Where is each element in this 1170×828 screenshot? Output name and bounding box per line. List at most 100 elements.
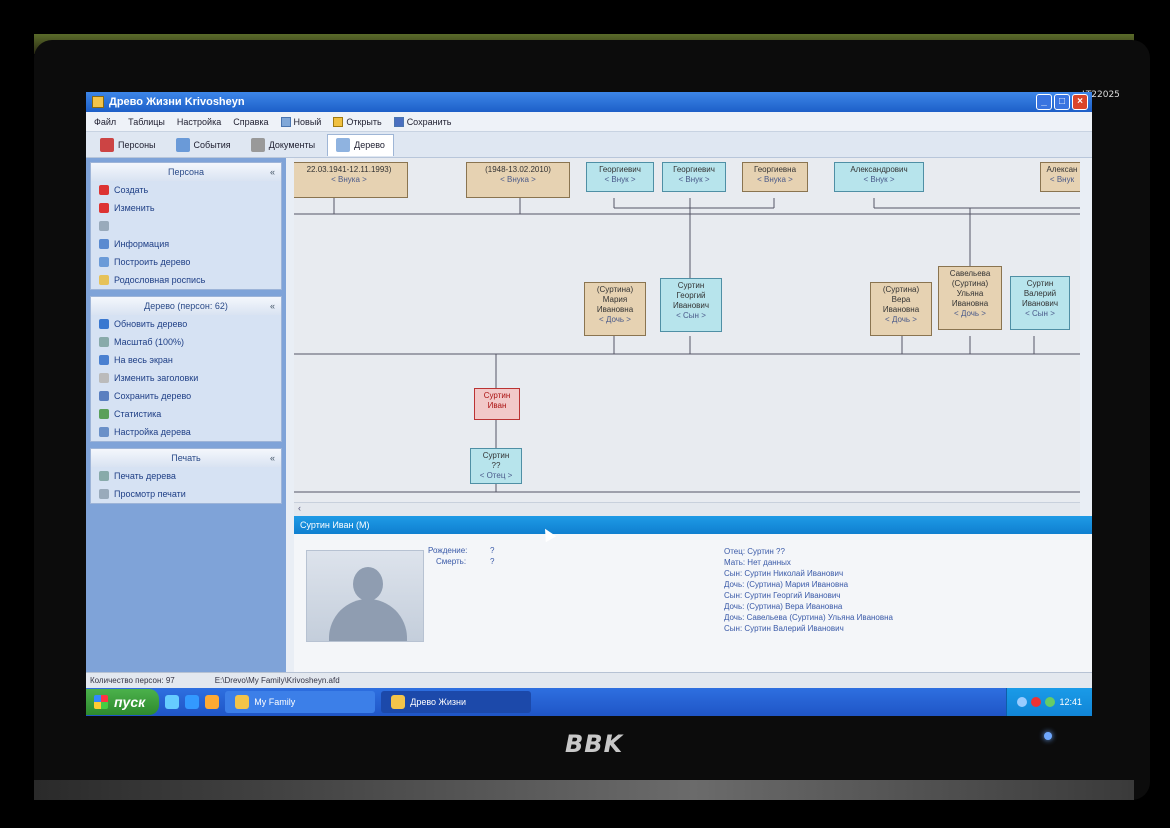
tab-persons[interactable]: Персоны bbox=[92, 134, 164, 156]
menu-settings[interactable]: Настройка bbox=[177, 117, 221, 127]
print-preview-link[interactable]: Просмотр печати bbox=[91, 485, 281, 503]
maximize-button[interactable]: □ bbox=[1054, 94, 1070, 110]
tray-volume-icon[interactable] bbox=[1045, 697, 1056, 707]
details-panel: Рождение: ? Смерть: ? Отец: Суртин ?? Ма… bbox=[294, 534, 1092, 672]
node-name: 22.03.1941-12.11.1993) bbox=[306, 165, 392, 174]
tree-node-selected[interactable]: Суртин Иван bbox=[474, 388, 520, 420]
tree-node[interactable]: Савельева (Суртина) Ульяна Ивановна < Дочь > bbox=[938, 266, 1002, 330]
print-panel-header[interactable]: Печать « bbox=[91, 449, 281, 467]
silhouette-body bbox=[329, 599, 407, 641]
open-button[interactable]: Открыть bbox=[333, 116, 382, 127]
tree-node[interactable]: (1948-13.02.2010) < Внука > bbox=[466, 162, 570, 198]
node-line: Вера bbox=[891, 295, 911, 304]
node-line: Савельева bbox=[949, 269, 991, 278]
save-disk-icon bbox=[393, 116, 404, 127]
task-drevo[interactable]: Древо Жизни bbox=[381, 691, 532, 713]
info-link[interactable]: Информация bbox=[91, 235, 281, 253]
tree-panel-header[interactable]: Дерево (персон: 62) « bbox=[91, 297, 281, 315]
tray-network-icon[interactable] bbox=[1017, 697, 1028, 707]
persona-panel-title: Персона bbox=[167, 167, 205, 177]
edit-headers-link[interactable]: Изменить заголовки bbox=[91, 369, 281, 387]
node-line: Суртин bbox=[677, 281, 705, 290]
task-my-family[interactable]: My Family bbox=[225, 691, 376, 713]
relative-link[interactable]: Дочь: Савельева (Суртина) Ульяна Ивановн… bbox=[724, 612, 893, 623]
media-icon[interactable] bbox=[205, 695, 220, 709]
statistics-link[interactable]: Статистика bbox=[91, 405, 281, 423]
node-relation: < Внука > bbox=[331, 175, 367, 184]
menu-bar: Файл Таблицы Настройка Справка Новый Отк… bbox=[86, 112, 1092, 132]
fullscreen-icon bbox=[99, 355, 109, 365]
tab-documents[interactable]: Документы bbox=[243, 134, 323, 156]
relative-link[interactable]: Дочь: (Суртина) Вера Ивановна bbox=[724, 601, 893, 612]
persona-panel-header[interactable]: Персона « bbox=[91, 163, 281, 181]
relative-link[interactable]: Сын: Суртин Валерий Иванович bbox=[724, 623, 893, 634]
tree-node[interactable]: Георгиевна < Внука > bbox=[742, 162, 808, 192]
details-header: Суртин Иван (М) bbox=[294, 516, 1092, 534]
tree-panel: Дерево (персон: 62) « Обновить дерево Мас… bbox=[90, 296, 282, 442]
node-relation: < Отец > bbox=[479, 471, 513, 480]
tree-settings-link[interactable]: Настройка дерева bbox=[91, 423, 281, 441]
death-label: Смерть: bbox=[436, 557, 467, 566]
born-value: ? bbox=[490, 546, 495, 555]
browser-icon[interactable] bbox=[185, 695, 200, 709]
new-button-label: Новый bbox=[293, 116, 322, 127]
menu-file[interactable]: Файл bbox=[94, 117, 116, 127]
build-tree-link[interactable]: Построить дерево bbox=[91, 253, 281, 271]
node-relation: < Сын > bbox=[676, 311, 706, 320]
person-photo-placeholder bbox=[306, 550, 424, 642]
tab-events[interactable]: События bbox=[168, 134, 239, 156]
death-value: ? bbox=[490, 557, 495, 566]
node-name: (1948-13.02.2010) bbox=[485, 165, 551, 174]
task-drevo-label: Древо Жизни bbox=[410, 697, 466, 707]
save-tree-link[interactable]: Сохранить дерево bbox=[91, 387, 281, 405]
create-person-link[interactable]: Создать bbox=[91, 181, 281, 199]
tree-node[interactable]: Суртин Георгий Иванович < Сын > bbox=[660, 278, 722, 332]
relative-link[interactable]: Отец: Суртин ?? bbox=[724, 546, 893, 557]
fullscreen-label: На весь экран bbox=[114, 355, 173, 365]
node-line: Мария bbox=[602, 295, 628, 304]
collapse-chevron-icon[interactable]: « bbox=[270, 449, 275, 467]
tab-tree[interactable]: Дерево bbox=[327, 133, 394, 156]
events-icon bbox=[175, 137, 190, 152]
save-button[interactable]: Сохранить bbox=[393, 116, 451, 127]
node-relation: < Внук > bbox=[678, 175, 710, 184]
genealogy-list-link[interactable]: Родословная роспись bbox=[91, 271, 281, 289]
refresh-tree-link[interactable]: Обновить дерево bbox=[91, 315, 281, 333]
print-tree-link[interactable]: Печать дерева bbox=[91, 467, 281, 485]
show-desktop-icon[interactable] bbox=[165, 695, 180, 709]
menu-tables[interactable]: Таблицы bbox=[128, 117, 165, 127]
tree-node[interactable]: Суртин Валерий Иванович < Сын > bbox=[1010, 276, 1070, 330]
fullscreen-link[interactable]: На весь экран bbox=[91, 351, 281, 369]
node-line: Ивановна bbox=[596, 305, 634, 314]
relative-link[interactable]: Дочь: (Суртина) Мария Ивановна bbox=[724, 579, 893, 590]
close-button[interactable]: × bbox=[1072, 94, 1088, 110]
tree-node[interactable]: (Суртина) Мария Ивановна < Дочь > bbox=[584, 282, 646, 336]
info-label: Информация bbox=[114, 239, 170, 249]
new-button[interactable]: Новый bbox=[280, 116, 322, 127]
minimize-button[interactable]: _ bbox=[1036, 94, 1052, 110]
collapse-chevron-icon[interactable]: « bbox=[270, 297, 275, 315]
relative-link[interactable]: Сын: Суртин Георгий Иванович bbox=[724, 590, 893, 601]
menu-help[interactable]: Справка bbox=[233, 117, 268, 127]
open-folder-icon bbox=[333, 116, 344, 127]
start-button[interactable]: пуск bbox=[86, 689, 160, 715]
tree-node[interactable]: Георгиевич < Внук > bbox=[586, 162, 654, 192]
tree-node[interactable]: Суртин?? < Отец > bbox=[470, 448, 522, 484]
tray-antivirus-icon[interactable] bbox=[1031, 697, 1042, 707]
tree-node[interactable]: Александрович < Внук > bbox=[834, 162, 924, 192]
blank-person-link[interactable] bbox=[91, 217, 281, 235]
print-panel: Печать « Печать дерева Просмотр печати bbox=[90, 448, 282, 504]
tree-node[interactable]: Алексан < Внук bbox=[1040, 162, 1080, 192]
window-titlebar[interactable]: Древо Жизни Krivosheyn _ □ × bbox=[86, 92, 1092, 112]
zoom-link[interactable]: Масштаб (100%) bbox=[91, 333, 281, 351]
tree-canvas[interactable]: 22.03.1941-12.11.1993) < Внука > (1948-13… bbox=[294, 158, 1080, 502]
collapse-chevron-icon[interactable]: « bbox=[270, 163, 275, 181]
tree-node[interactable]: Георгиевич < Внук > bbox=[662, 162, 726, 192]
tree-node[interactable]: (Суртина) Вера Ивановна < Дочь > bbox=[870, 282, 932, 336]
horizontal-scrollbar[interactable]: ‹ bbox=[294, 502, 1080, 516]
edit-person-link[interactable]: Изменить bbox=[91, 199, 281, 217]
node-line: Суртин bbox=[1026, 279, 1054, 288]
tree-node[interactable]: 22.03.1941-12.11.1993) < Внука > bbox=[294, 162, 408, 198]
edit-headers-label: Изменить заголовки bbox=[114, 373, 199, 383]
relative-link[interactable]: Сын: Суртин Николай Иванович bbox=[724, 568, 893, 579]
